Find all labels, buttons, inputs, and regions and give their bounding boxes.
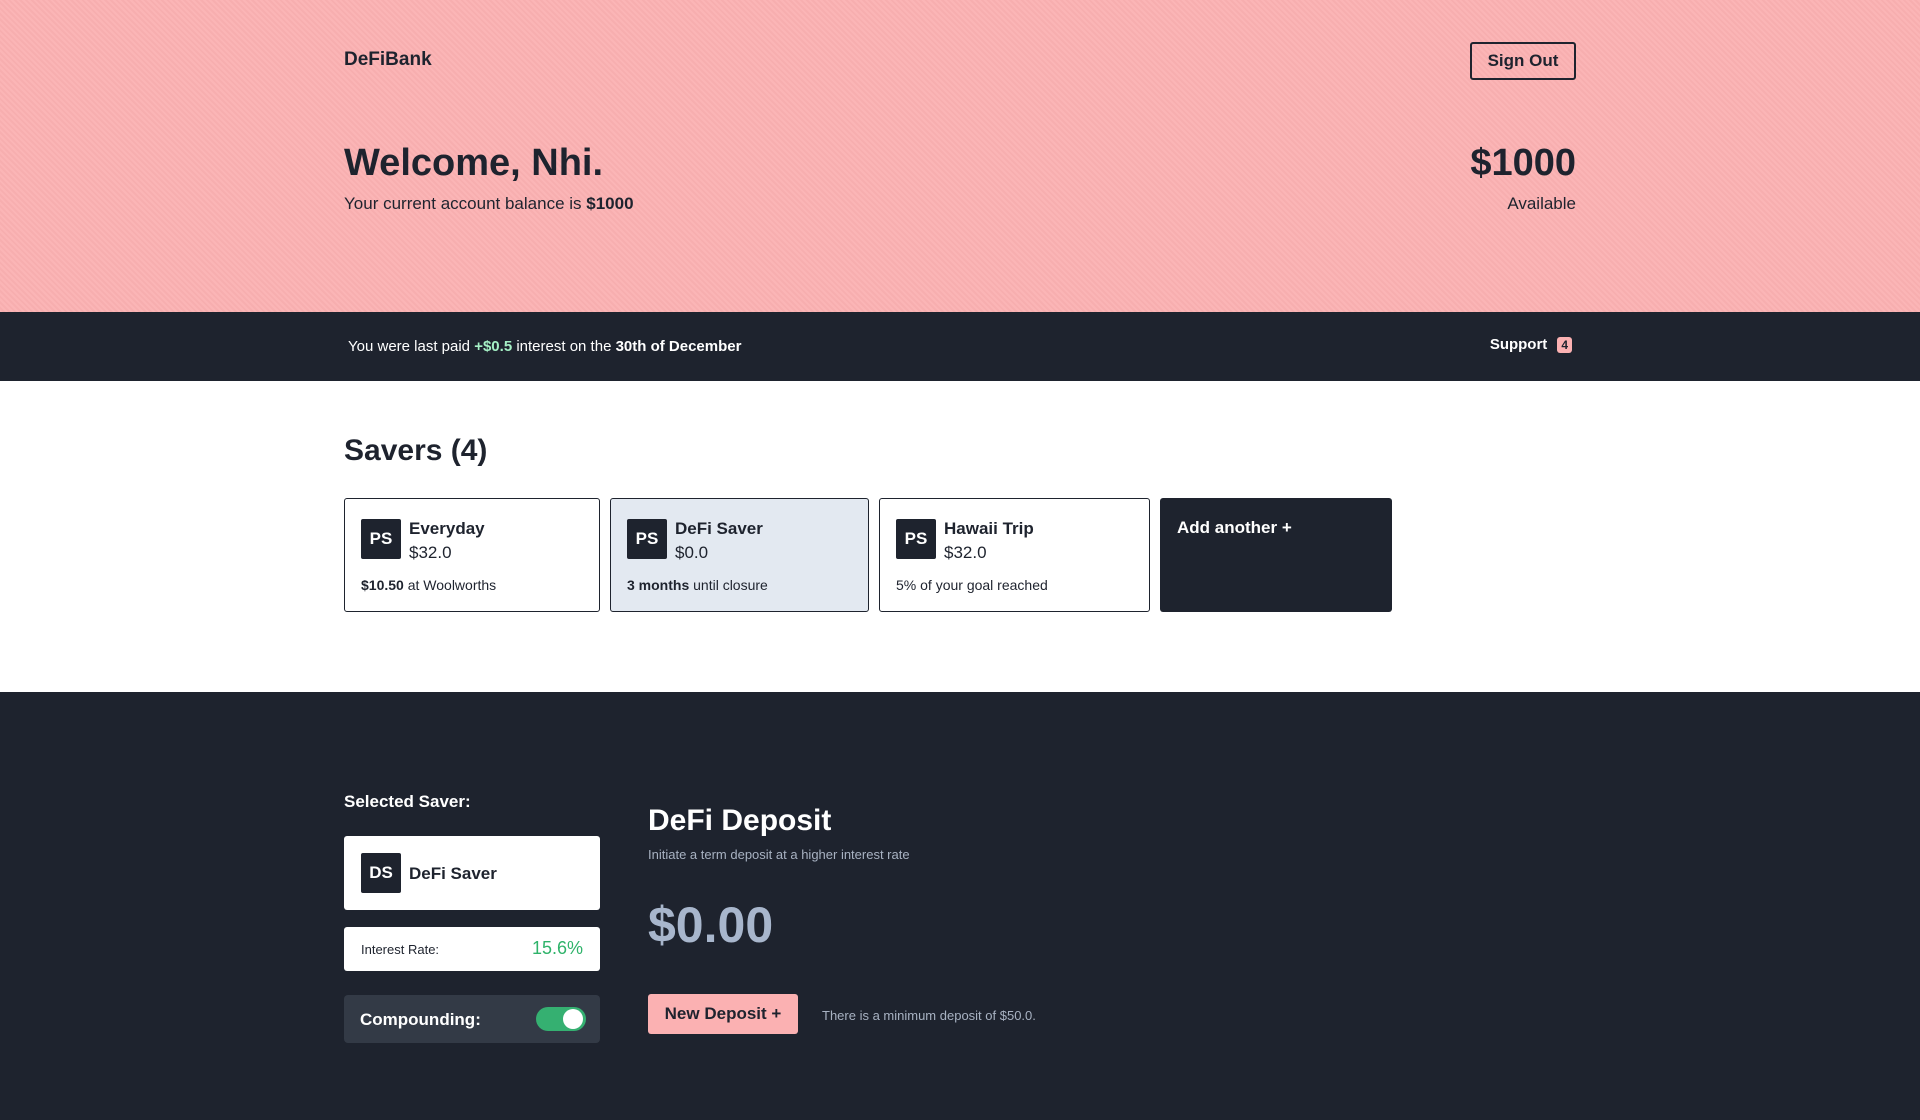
support-label: Support	[1489, 336, 1548, 353]
selected-saver-avatar: DS	[361, 853, 401, 893]
compounding-box: Compounding:	[344, 995, 600, 1043]
saver-name: Everyday	[409, 519, 485, 538]
sign-out-button[interactable]: Sign Out	[1470, 42, 1576, 80]
saver-card-everyday[interactable]: PS Everyday $32.0 $10.50 at Woolworths	[344, 498, 600, 612]
available-label: Available	[1507, 194, 1576, 213]
saver-avatar: PS	[361, 519, 401, 559]
savers-heading: Savers (4)	[344, 434, 488, 467]
paid-amount: +$0.5	[474, 338, 513, 355]
saver-balance: $32.0	[409, 543, 452, 562]
saver-note-rest: 5% of your goal reached	[896, 577, 1048, 593]
interest-rate-box: Interest Rate: 15.6%	[344, 927, 600, 971]
selected-saver-card: DS DeFi Saver	[344, 836, 600, 910]
interest-rate-value: 15.6%	[531, 938, 583, 958]
saver-card-hawaii-trip[interactable]: PS Hawaii Trip $32.0 5% of your goal rea…	[879, 498, 1150, 612]
selected-saver-name: DeFi Saver	[409, 864, 497, 883]
saver-note-rest: until closure	[689, 577, 768, 593]
saver-note: 5% of your goal reached	[896, 577, 1048, 593]
balance-text: Your current account balance is	[344, 194, 582, 213]
selected-saver-label: Selected Saver:	[344, 792, 471, 811]
deposit-amount: $0.00	[648, 897, 774, 953]
saver-name: Hawaii Trip	[944, 519, 1034, 538]
hero-banner: DeFiBank Sign Out Welcome, Nhi. Your cur…	[0, 0, 1920, 312]
support-link[interactable]: Support 4	[1490, 336, 1572, 353]
interest-info-bar: You were last paid +$0.5 interest on the…	[0, 312, 1920, 381]
saver-name: DeFi Saver	[675, 519, 763, 538]
toggle-knob	[563, 1009, 583, 1029]
saver-balance: $32.0	[944, 543, 987, 562]
deposit-panel: Selected Saver: DS DeFi Saver Interest R…	[0, 692, 1920, 1120]
saver-note: $10.50 at Woolworths	[361, 577, 496, 593]
saver-note-bold: $10.50	[361, 577, 404, 593]
welcome-heading: Welcome, Nhi.	[344, 142, 604, 184]
minimum-deposit-note: There is a minimum deposit of $50.0.	[822, 1008, 1036, 1023]
brand-logo[interactable]: DeFiBank	[344, 49, 432, 71]
add-saver-button[interactable]: Add another +	[1160, 498, 1392, 612]
compounding-label: Compounding:	[360, 1010, 481, 1029]
saver-note-rest: at Woolworths	[403, 577, 497, 593]
add-saver-label: Add another +	[1177, 518, 1292, 537]
support-count-badge: 4	[1557, 336, 1572, 353]
saver-avatar: PS	[627, 519, 667, 559]
saver-avatar: PS	[896, 519, 936, 559]
saver-note-bold: 3 months	[627, 577, 690, 593]
interest-rate-label: Interest Rate:	[361, 942, 440, 957]
saver-note: 3 months until closure	[627, 577, 768, 593]
paid-date: 30th of December	[615, 338, 742, 355]
paid-prefix: You were last paid	[348, 338, 471, 355]
last-paid-message: You were last paid +$0.5 interest on the…	[348, 338, 741, 355]
saver-balance: $0.0	[675, 543, 709, 562]
saver-card-defi-saver[interactable]: PS DeFi Saver $0.0 3 months until closur…	[610, 498, 869, 612]
deposit-title: DeFi Deposit	[648, 804, 832, 837]
balance-value: $1000	[586, 194, 634, 213]
new-deposit-button[interactable]: New Deposit +	[648, 994, 798, 1034]
balance-description: Your current account balance is $1000	[344, 194, 634, 214]
compounding-toggle[interactable]	[536, 1007, 586, 1031]
paid-middle: interest on the	[516, 338, 612, 355]
available-balance: $1000	[1470, 142, 1576, 184]
deposit-subtitle: Initiate a term deposit at a higher inte…	[648, 847, 910, 862]
